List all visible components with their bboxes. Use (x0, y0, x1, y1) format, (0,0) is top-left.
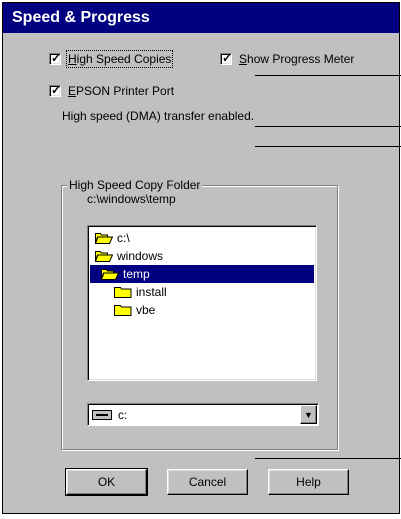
callout-line (255, 126, 401, 127)
chevron-down-icon: ▼ (304, 409, 313, 420)
tree-item-label: temp (123, 267, 150, 281)
window-title: Speed & Progress (12, 9, 150, 26)
show-progress-meter-checkbox[interactable]: ✓ Show Progress Meter (220, 51, 355, 66)
ok-button[interactable]: OK (65, 468, 148, 496)
high-speed-copies-label: High Speed Copies (65, 50, 174, 68)
group-title: High Speed Copy Folder (67, 178, 203, 192)
dropdown-arrow-button[interactable]: ▼ (300, 405, 317, 424)
tree-item-label: c:\ (117, 231, 130, 245)
tree-item-root[interactable]: c:\ (95, 229, 134, 247)
tree-item-label: install (136, 285, 167, 299)
folder-closed-icon (114, 287, 132, 298)
help-button[interactable]: Help (268, 469, 349, 495)
title-bar: Speed & Progress (3, 3, 399, 33)
tree-item-temp[interactable]: temp (90, 265, 314, 283)
drive-select-value: c: (118, 407, 128, 422)
current-path: c:\windows\temp (87, 192, 176, 206)
folder-open-icon (101, 269, 119, 280)
folder-tree-list[interactable]: c:\ windows temp install vbe (87, 225, 317, 381)
folder-open-icon (95, 251, 113, 262)
tree-item-install[interactable]: install (114, 283, 167, 301)
folder-open-icon (95, 233, 113, 244)
callout-line (255, 458, 401, 459)
checkbox-box[interactable]: ✓ (49, 83, 62, 97)
checkbox-box[interactable]: ✓ (220, 51, 233, 65)
tree-item-label: vbe (136, 303, 156, 317)
drive-icon (92, 409, 112, 420)
high-speed-copies-checkbox[interactable]: ✓ High Speed Copies (49, 50, 174, 68)
tree-item-label: windows (117, 249, 164, 263)
tree-item-windows[interactable]: windows (95, 247, 167, 265)
tree-item-vbe[interactable]: vbe (114, 301, 155, 319)
show-progress-meter-label: Show Progress Meter (239, 52, 355, 66)
epson-printer-port-checkbox[interactable]: ✓ EPSON Printer Port (49, 83, 175, 98)
checkbox-box[interactable]: ✓ (49, 51, 62, 65)
callout-line (255, 75, 401, 76)
dma-status-text: High speed (DMA) transfer enabled. (62, 109, 255, 123)
drive-select[interactable]: c: ▼ (87, 403, 319, 426)
check-icon: ✓ (222, 51, 233, 65)
check-icon: ✓ (51, 83, 62, 97)
folder-closed-icon (114, 305, 132, 316)
cancel-button[interactable]: Cancel (167, 469, 248, 495)
callout-line (255, 146, 401, 147)
check-icon: ✓ (51, 51, 62, 65)
epson-printer-port-label: EPSON Printer Port (68, 84, 175, 98)
